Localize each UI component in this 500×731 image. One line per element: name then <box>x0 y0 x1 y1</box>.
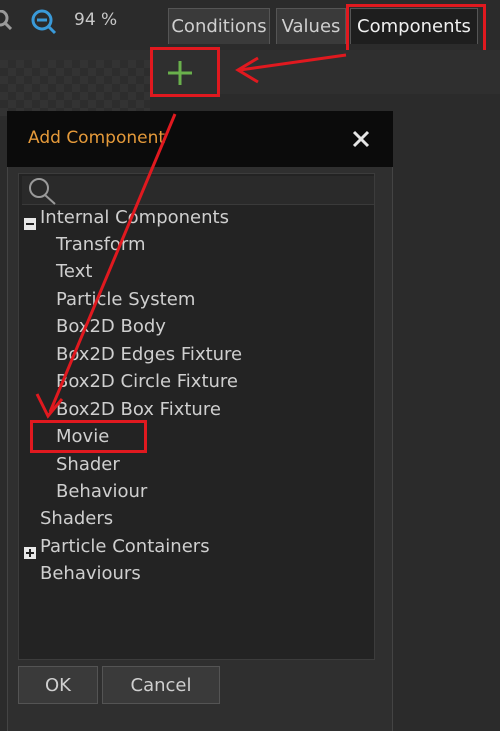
annotation-arrows <box>35 53 347 419</box>
arrow-plus-to-movie <box>35 113 177 419</box>
arrow-tab-to-plus <box>235 53 347 84</box>
